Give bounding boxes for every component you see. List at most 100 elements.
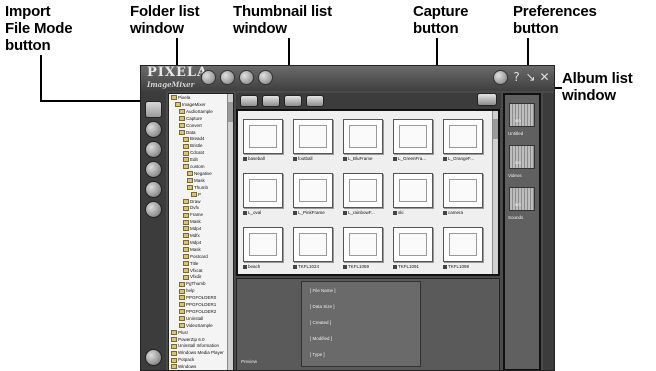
thumbnail-list-window[interactable]: baseball football L_BluFrame L_GreenFra... L… (236, 109, 500, 276)
folder-tree-item[interactable]: PgThumb (179, 281, 206, 286)
thumbnail-image (449, 179, 477, 202)
album-sounds[interactable]: 0/0 (509, 187, 535, 211)
folder-tree-item[interactable]: Windows Media Player (171, 350, 224, 355)
info-modified: [ Modified ] (310, 336, 333, 341)
folder-tree-item[interactable]: Edit (183, 157, 198, 162)
capture-button[interactable] (477, 93, 497, 106)
toolbar-button-2[interactable] (262, 95, 280, 107)
folder-tree-item[interactable]: Frame (183, 212, 203, 217)
thumbnail-frame (343, 119, 383, 154)
folder-tree-item[interactable]: Plus! (171, 330, 188, 335)
app-window: PIXELA ImageMixer ? ↘ ✕ Pixela ImageMixer… (140, 65, 555, 371)
thumbnail-image (299, 179, 327, 202)
toolbar-button-4[interactable] (306, 95, 324, 107)
folder-tree-item[interactable]: Mdfx (183, 233, 200, 238)
thumbnail-tile[interactable]: L_GreenFra... (393, 119, 433, 163)
album-untitled[interactable]: 0/0 (509, 103, 535, 127)
mode-strip-button-4[interactable] (145, 161, 162, 178)
folder-tree-item[interactable]: Title (183, 261, 198, 266)
import-leader-h (40, 100, 148, 102)
thumbnail-tile[interactable]: beach (243, 227, 283, 271)
thumbnail-tile[interactable]: L_OrangeF... (443, 119, 483, 163)
folder-tree-item[interactable]: ImageMixer (175, 102, 206, 107)
info-type: [ Type ] (310, 352, 325, 357)
toolbar-button-1[interactable] (240, 95, 258, 107)
folder-tree-item[interactable]: Data (179, 130, 196, 135)
thumbnail-tile[interactable]: TKFL1091 (393, 227, 433, 271)
folder-tree-item[interactable]: Vfxdir (183, 274, 202, 279)
thumbnail-caption: baseball (243, 156, 287, 161)
folder-tree-item[interactable]: Mask (183, 219, 201, 224)
folder-scrollbar[interactable] (227, 94, 233, 370)
thumbnail-tile[interactable]: L_rainbowF... (343, 173, 383, 217)
thumbnail-caption: TKFL1069 (343, 264, 387, 269)
thumbnail-tile[interactable]: TKFL1024 (293, 227, 333, 271)
thumbnail-tile[interactable]: L_oval (243, 173, 283, 217)
folder-tree-item[interactable]: Mask (187, 178, 205, 183)
folder-tree-item[interactable]: PowerZip 6.0 (171, 337, 205, 342)
mode-button-2[interactable] (220, 70, 235, 85)
app-logo: PIXELA ImageMixer (147, 66, 208, 91)
mode-strip-button-6[interactable] (145, 201, 162, 218)
mode-button-4[interactable] (258, 70, 273, 85)
folder-tree-item[interactable]: Uninstall Information (171, 343, 219, 348)
folder-tree-item[interactable]: Cdcat4 (183, 150, 204, 155)
folder-tree-item[interactable]: custom (183, 164, 205, 169)
folder-tree-item[interactable]: Postcard (183, 254, 208, 259)
folder-tree-item[interactable]: VideoSample (179, 323, 213, 328)
mode-strip-button-2[interactable] (145, 121, 162, 138)
thumbnail-caption: TKFL1091 (393, 264, 437, 269)
folder-tree-item[interactable]: Dvfx (183, 205, 199, 210)
folder-tree-item[interactable]: Uninstall (179, 316, 203, 321)
thumbnail-tile[interactable]: baseball (243, 119, 283, 163)
folder-tree-item[interactable]: PPGFOLDER1 (179, 302, 216, 307)
thumbnail-caption: camera (443, 210, 487, 215)
thumbnail-tile[interactable]: L_BluFrame (343, 119, 383, 163)
folder-tree-item[interactable]: Negative (187, 171, 212, 176)
folder-tree-item[interactable]: Capture (179, 116, 202, 121)
preferences-icon[interactable]: ? (509, 70, 524, 85)
folder-tree-item[interactable]: Convert (179, 123, 202, 128)
thumbnail-tile[interactable]: ski (393, 173, 433, 217)
mode-strip-button-3[interactable] (145, 141, 162, 158)
mode-button-3[interactable] (239, 70, 254, 85)
folder-list-window[interactable]: Pixela ImageMixer AudioSample Capture Conver… (168, 93, 234, 370)
thumbnail-tile[interactable]: football (293, 119, 333, 163)
folder-tree-item[interactable]: help (179, 288, 195, 293)
minimize-icon[interactable]: ↘ (523, 70, 538, 85)
thumbnail-tile[interactable]: TKFL1069 (343, 227, 383, 271)
mode-button-1[interactable] (201, 70, 216, 85)
toolbar-button-3[interactable] (284, 95, 302, 107)
thumbnail-image (449, 233, 477, 256)
thumbnail-tile[interactable]: camera (443, 173, 483, 217)
logo-sub: ImageMixer (147, 80, 195, 89)
thumbnail-image (249, 179, 277, 202)
import-file-mode-button[interactable] (145, 101, 162, 118)
capture-callout: Capture button (413, 3, 469, 37)
folder-tree-item[interactable]: Vfxcat (183, 268, 203, 273)
mode-strip-button-5[interactable] (145, 181, 162, 198)
folder-tree-item[interactable]: Windows (171, 364, 196, 369)
folder-tree-item[interactable]: AudioSample (179, 109, 213, 114)
folder-tree-item[interactable]: Pixela (171, 95, 190, 100)
folder-tree-item[interactable]: Mdp4 (183, 240, 201, 245)
folder-tree-item[interactable]: PPGFOLDER2 (179, 309, 216, 314)
folder-tree-item[interactable]: P (191, 192, 201, 197)
folder-tree-item[interactable]: Mdp4 (183, 226, 201, 231)
close-icon[interactable]: ✕ (537, 70, 552, 85)
thumbnail-tile[interactable]: TKFL1098 (443, 227, 483, 271)
thumbnail-scrollbar[interactable] (492, 111, 498, 274)
folder-tree-item[interactable]: Thumb (187, 185, 208, 190)
folder-tree-item[interactable]: Bristle (183, 143, 203, 148)
mode-strip-button-7[interactable] (145, 349, 162, 366)
folder-tree-item[interactable]: Bread4 (183, 136, 205, 141)
thumbnail-tile[interactable]: L_PinkFrame (293, 173, 333, 217)
album-videos[interactable]: 0/0 (509, 145, 535, 169)
folder-tree-item[interactable]: Potpack (171, 357, 194, 362)
folder-tree-item[interactable]: Mask (183, 247, 201, 252)
thumbnail-caption: L_PinkFrame (293, 210, 337, 215)
folder-tree-item[interactable]: Draw (183, 199, 201, 204)
folder-tree-item[interactable]: PPGFOLDER0 (179, 295, 216, 300)
thumbnail-frame (293, 119, 333, 154)
help-button[interactable] (493, 70, 508, 85)
